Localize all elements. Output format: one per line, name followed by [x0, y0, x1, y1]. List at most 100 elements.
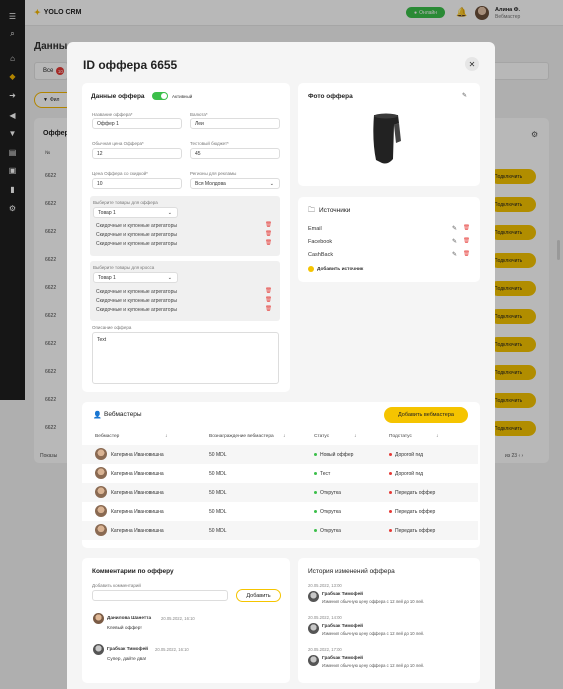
sort-icon[interactable]: ↓ [283, 434, 285, 439]
plus-icon[interactable] [308, 266, 314, 272]
substatus-dot [389, 510, 392, 514]
history-date: 20.05.2022, 13:00 [308, 583, 342, 588]
user-icon: 👤 [93, 412, 102, 419]
description-label: Описание оффера [92, 325, 132, 330]
trash-icon[interactable]: 🗑 [265, 222, 272, 228]
comments-card: Комментарии по офферу Добавить комментар… [82, 558, 290, 683]
comment-text: Клевый оффер! [107, 625, 142, 630]
table-row[interactable]: Катерина Ивановишна 50 MDL Тест Дорогой … [82, 464, 478, 483]
column-status: Статус [314, 434, 330, 439]
substatus-badge: Передать оффер [389, 509, 435, 515]
substatus-dot [389, 529, 392, 533]
sort-icon[interactable]: ↓ [436, 434, 438, 439]
trash-icon[interactable]: 🗑 [463, 251, 470, 257]
trash-icon[interactable]: 🗑 [265, 297, 272, 303]
substatus-badge: Передать оффер [389, 528, 435, 534]
comment-input[interactable] [92, 590, 228, 601]
comment-date: 20.05.2022, 16:10 [161, 616, 195, 621]
offer-data-heading: Данные оффера [91, 93, 145, 100]
goods-select[interactable]: Товар 1 ⌄ [93, 207, 178, 218]
discount-field[interactable]: 10 [92, 178, 182, 189]
avatar [308, 655, 319, 666]
price-field[interactable]: 12 [92, 148, 182, 159]
goods-group: Выберите товары для оффера Товар 1 ⌄ Скид… [90, 196, 280, 256]
substatus-text: Передать оффер [395, 509, 436, 515]
status-text: Тест [320, 471, 331, 477]
budget-field[interactable]: 45 [190, 148, 280, 159]
status-badge: Открутка [314, 509, 341, 515]
substatus-dot [389, 472, 392, 476]
active-toggle[interactable] [152, 92, 168, 100]
trash-icon[interactable]: 🗑 [265, 306, 272, 312]
webmasters-card: 👤 Вебмастеры Добавить вебмастера Вебмаст… [82, 402, 480, 548]
add-source-link[interactable]: Добавить источник [317, 267, 363, 272]
status-dot [314, 472, 317, 476]
name-label: Название оффера* [92, 112, 133, 117]
substatus-dot [389, 453, 392, 457]
avatar [95, 467, 107, 479]
table-row[interactable]: Катерина Ивановишна 50 MDL Открутка Пере… [82, 502, 478, 521]
trash-icon[interactable]: 🗑 [463, 238, 470, 244]
modal-title: ID оффера 6655 [83, 58, 178, 72]
cross-select[interactable]: Товар 1 ⌄ [93, 272, 178, 283]
avatar [93, 613, 104, 624]
history-heading: История изменений оффера [308, 568, 395, 575]
photo-heading: Фото оффера [308, 93, 353, 100]
sort-icon[interactable]: ↓ [165, 434, 167, 439]
trash-icon[interactable]: 🗑 [265, 240, 272, 246]
goods-value: Товар 1 [98, 209, 116, 216]
status-text: Открутка [320, 490, 341, 496]
name-field[interactable]: Оффер 1 [92, 118, 182, 129]
source-item: CashBack [308, 252, 334, 258]
webmaster-reward: 50 MDL [209, 452, 227, 458]
comment-text: Супер, дайте два! [107, 656, 147, 661]
status-dot [314, 510, 317, 514]
budget-label: Тестовый бюджет* [190, 141, 229, 146]
table-row[interactable]: Катерина Ивановишна 50 MDL Открутка Пере… [82, 483, 478, 502]
offer-modal: ID оффера 6655 ✕ Данные оффера Активный … [67, 42, 495, 689]
history-author: Грабчак Тимофей [322, 623, 364, 628]
photo-card: Фото оффера ✎ [298, 83, 480, 186]
webmaster-name: Катерина Ивановишна [111, 471, 164, 477]
description-textarea[interactable]: Text [92, 332, 279, 384]
active-label: Активный [172, 94, 193, 99]
add-comment-label: Добавить комментарий [92, 583, 141, 588]
comment-author: Данилова Шанетта [107, 615, 152, 620]
pencil-icon[interactable]: ✎ [452, 251, 457, 258]
status-text: Открутка [320, 528, 341, 534]
close-icon[interactable]: ✕ [465, 57, 479, 71]
cross-group: Выберите товары для кросса Товар 1 ⌄ Скид… [90, 261, 280, 321]
history-card: История изменений оффера 20.05.2022, 13:… [298, 558, 480, 683]
webmaster-reward: 50 MDL [209, 490, 227, 496]
webmaster-reward: 50 MDL [209, 528, 227, 534]
trash-icon[interactable]: 🗑 [265, 231, 272, 237]
table-row[interactable]: Катерина Ивановишна 50 MDL Открутка Пере… [82, 521, 478, 540]
webmaster-name: Катерина Ивановишна [111, 452, 164, 458]
scrollbar[interactable] [557, 240, 560, 260]
substatus-text: Передать оффер [395, 528, 436, 534]
regions-value: Вся Молдова [195, 180, 226, 187]
goods-item: Скидочные и купонные агрегаторы [96, 241, 177, 247]
source-item: Facebook [308, 239, 333, 245]
pencil-icon[interactable]: ✎ [452, 225, 457, 232]
webmaster-name: Катерина Ивановишна [111, 528, 164, 534]
history-text: Изменил обычную цену оффера с 12 лей до … [322, 663, 425, 668]
trash-icon[interactable]: 🗑 [463, 225, 470, 231]
history-date: 20.05.2022, 14:00 [308, 615, 342, 620]
column-substatus: Подстатус [389, 434, 412, 439]
add-webmaster-button[interactable]: Добавить вебмастера [384, 407, 468, 423]
sort-icon[interactable]: ↓ [354, 434, 356, 439]
regions-select[interactable]: Вся Молдова ⌄ [190, 178, 280, 189]
pencil-icon[interactable]: ✎ [462, 92, 467, 99]
status-text: Открутка [320, 509, 341, 515]
currency-field[interactable]: Леи [190, 118, 280, 129]
avatar [95, 448, 107, 460]
table-row[interactable]: Катерина Ивановишна 50 MDL Новый оффер Д… [82, 445, 478, 464]
substatus-dot [389, 491, 392, 495]
status-dot [314, 453, 317, 457]
pencil-icon[interactable]: ✎ [452, 238, 457, 245]
trash-icon[interactable]: 🗑 [265, 288, 272, 294]
add-comment-button[interactable]: Добавить [236, 589, 281, 602]
source-item: Email [308, 226, 322, 232]
comments-heading: Комментарии по офферу [92, 568, 174, 575]
